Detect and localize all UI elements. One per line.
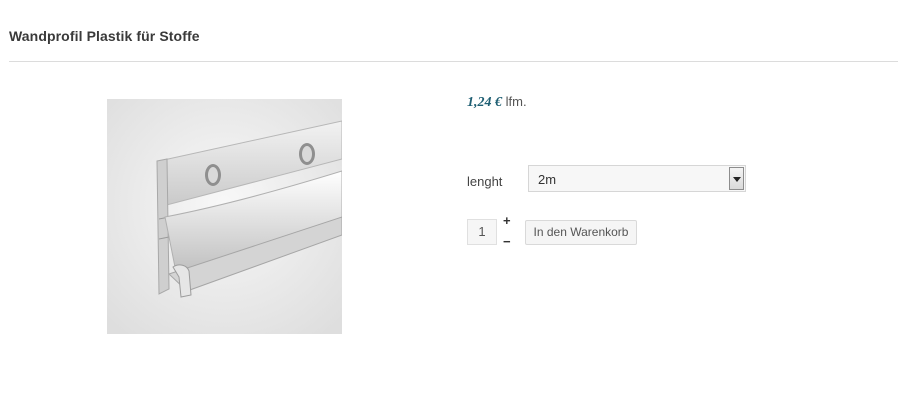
product-image[interactable]	[107, 99, 342, 334]
chevron-down-icon[interactable]	[729, 167, 744, 190]
length-select[interactable]: 2m	[528, 165, 746, 192]
quantity-increase-button[interactable]: +	[503, 213, 511, 228]
quantity-input[interactable]: 1	[467, 219, 497, 245]
product-price: 1,24 € lfm.	[467, 94, 527, 111]
price-amount: 1,24 €	[467, 95, 502, 110]
divider	[9, 61, 898, 62]
length-select-value: 2m	[538, 172, 557, 187]
price-unit: lfm.	[505, 94, 527, 109]
add-to-cart-button[interactable]: In den Warenkorb	[525, 220, 637, 245]
length-label: lenght	[467, 174, 503, 189]
quantity-decrease-button[interactable]: −	[503, 234, 511, 249]
wall-profile-image	[107, 99, 342, 334]
product-title: Wandprofil Plastik für Stoffe	[9, 28, 200, 44]
